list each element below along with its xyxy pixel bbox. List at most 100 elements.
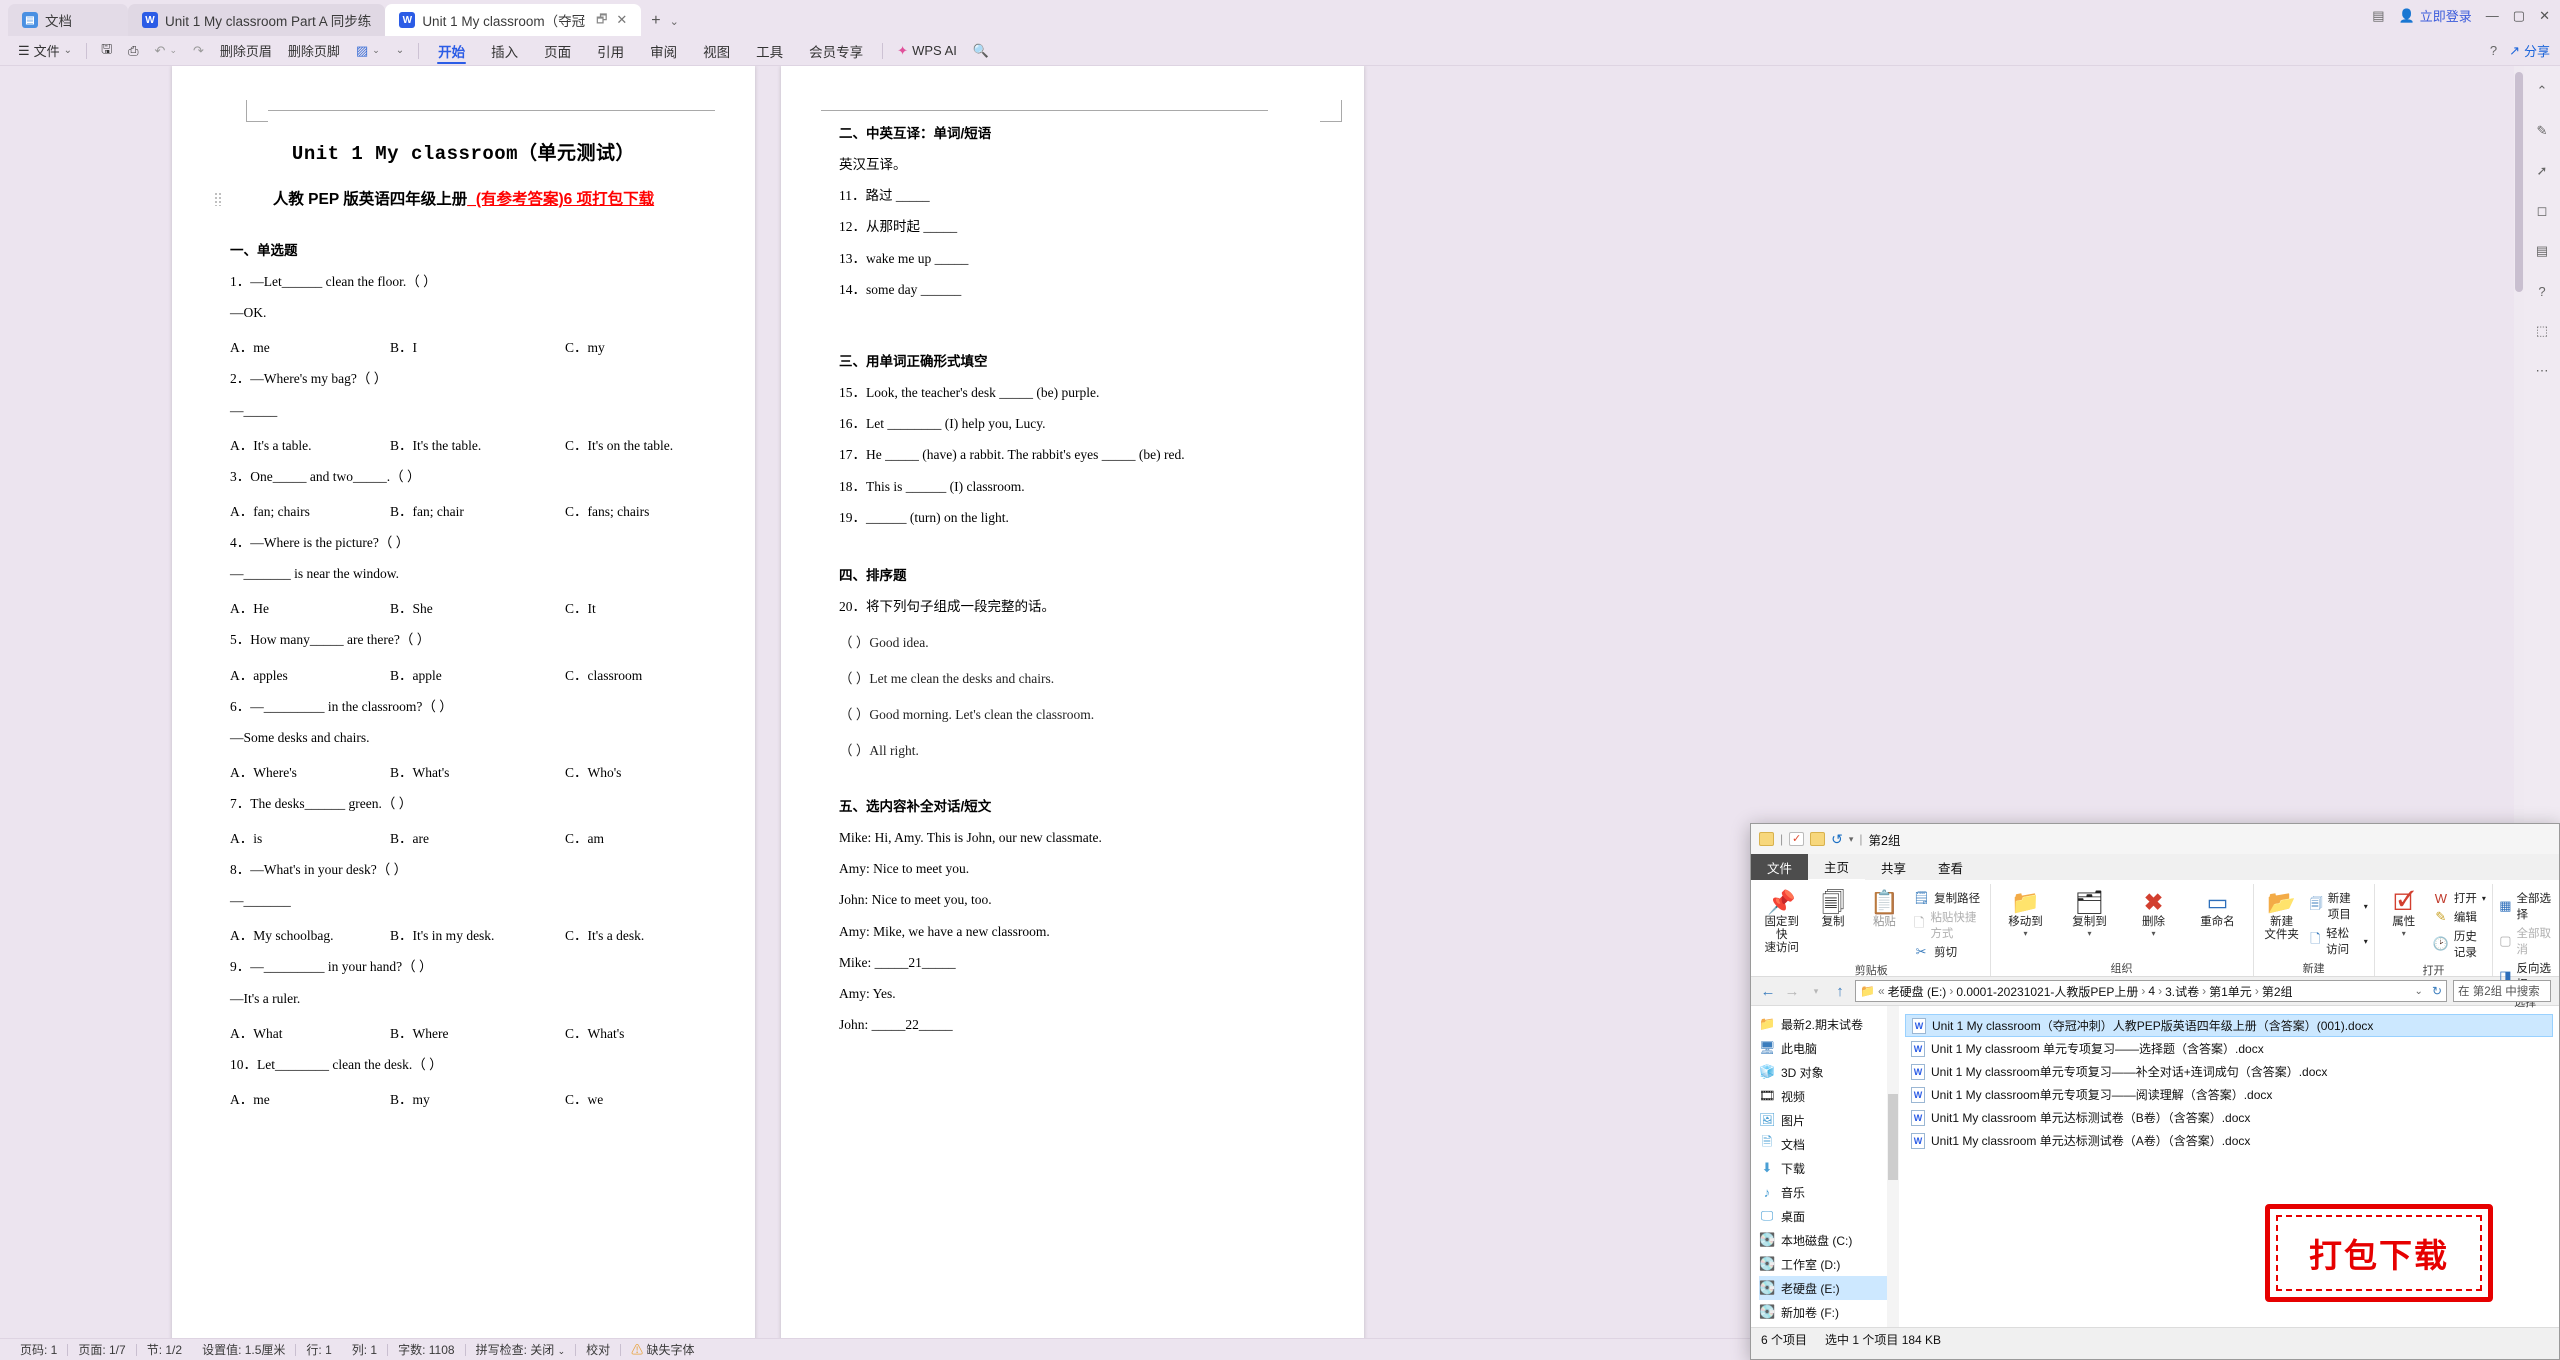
easy-access-button[interactable]: 🗋 轻松访问 ▾ [2310,925,2368,957]
copy-button[interactable]: 🗐 复制 [1810,884,1855,929]
tab-tools[interactable]: 工具 [743,37,796,65]
help-icon[interactable]: ? [2490,43,2497,58]
file-row[interactable]: W Unit 1 My classroom单元专项复习——阅读理解（含答案）.d… [1905,1083,2553,1106]
breadcrumb-item[interactable]: 老硬盘 (E:) [1888,983,1947,1000]
minimize-icon[interactable]: — [2486,8,2499,23]
format-painter-button[interactable]: ▨ ⌄ [348,38,388,64]
breadcrumb-item[interactable]: 第2组 [2262,983,2293,1000]
cursor-icon[interactable]: ➚ [2531,160,2553,182]
refresh-icon[interactable]: ↻ [2432,984,2442,998]
paste-button[interactable]: 📋 粘贴 [1862,884,1907,929]
remove-footer-button[interactable]: 删除页脚 [280,38,348,64]
explorer-tab-view[interactable]: 查看 [1922,854,1979,880]
open-button[interactable]: W 打开 ▾ [2433,890,2486,906]
new-item-button[interactable]: 🗐 新建项目 ▾ [2310,890,2368,922]
nav-item-documents[interactable]: 🗎 文档 [1759,1132,1899,1156]
expand-rail-icon[interactable]: ⌃ [2531,80,2553,102]
chevron-down-icon[interactable]: ▾ [1849,834,1854,845]
folder-icon[interactable] [1759,832,1774,846]
tab-view[interactable]: 视图 [690,37,743,65]
wps-ai-button[interactable]: ✦ WPS AI [889,38,965,64]
tab-member[interactable]: 会员专享 [796,37,876,65]
close-window-icon[interactable]: ✕ [2539,8,2550,24]
select-none-button[interactable]: ▢ 全部取消 [2499,925,2551,957]
tab-insert[interactable]: 插入 [478,37,531,65]
forward-icon[interactable]: → [1783,983,1801,1000]
pen-icon[interactable]: ✎ [2531,120,2553,142]
checked-doc-icon[interactable] [1789,832,1805,846]
search-button[interactable]: 🔍 [965,38,997,64]
nav-item-downloads[interactable]: ⬇ 下载 [1759,1156,1899,1180]
save-button[interactable]: 🖫 [93,38,120,64]
nav-item-drive-f[interactable]: 💽 新加卷 (F:) [1759,1300,1899,1324]
tab-doc-1[interactable]: W Unit 1 My classroom Part A 同步练 [128,4,386,36]
explorer-tab-share[interactable]: 共享 [1865,854,1922,880]
recent-locations-icon[interactable]: ▾ [1807,986,1825,997]
status-spellcheck[interactable]: 拼写检查: 关闭 ⌄ [466,1341,576,1358]
nav-item-desktop[interactable]: 🖵 桌面 [1759,1204,1899,1228]
shapes-icon[interactable]: ◻ [2531,200,2553,222]
tab-review[interactable]: 审阅 [637,37,690,65]
tab-page[interactable]: 页面 [531,37,584,65]
overflow-icon[interactable]: « [1878,984,1885,998]
nav-item-videos[interactable]: 🎞 视频 [1759,1084,1899,1108]
more-quick-button[interactable]: ⌄ [388,38,412,64]
select-all-button[interactable]: ▦ 全部选择 [2499,890,2551,922]
nav-item-music[interactable]: ♪ 音乐 [1759,1180,1899,1204]
file-row[interactable]: W Unit1 My classroom 单元达标测试卷（B卷）（含答案）.do… [1905,1106,2553,1129]
file-row[interactable]: W Unit1 My classroom 单元达标测试卷（A卷）（含答案）.do… [1905,1129,2553,1152]
help-circle-icon[interactable]: ? [2531,280,2553,302]
breadcrumb-item[interactable]: 第1单元 [2209,983,2252,1000]
explorer-tab-file[interactable]: 文件 [1751,854,1809,880]
paste-shortcut-button[interactable]: 🗋 粘贴快捷方式 [1913,909,1983,941]
tab-start[interactable]: 开始 [425,37,478,65]
history-button[interactable]: 🕑 历史记录 [2433,928,2486,960]
print-preview-button[interactable]: ⎙ [120,38,146,64]
scrollbar-thumb[interactable] [2515,72,2523,292]
search-input[interactable]: 在 第2组 中搜索 [2453,980,2551,1002]
share-button[interactable]: ↗ 分享 [2509,41,2550,60]
login-button[interactable]: 👤 立即登录 [2399,6,2472,25]
status-missing-font[interactable]: ⚠ 缺失字体 [621,1341,704,1358]
new-tab-area[interactable]: + ⌄ [651,12,679,30]
rename-button[interactable]: ▭ 重命名 [2189,884,2247,929]
copy-to-button[interactable]: 🗂 复制到 ▾ [2061,884,2119,938]
move-to-button[interactable]: 📁 移动到 ▾ [1997,884,2055,938]
chevron-down-icon[interactable]: ⌄ [670,15,679,28]
nav-item-pictures[interactable]: 🖼 图片 [1759,1108,1899,1132]
properties-button[interactable]: 🗹 属性 ▾ [2381,884,2427,938]
paragraph-anchor-icon[interactable] [214,192,222,206]
nav-scrollbar-thumb[interactable] [1888,1094,1898,1180]
redo-button[interactable]: ↷ [185,38,212,64]
address-breadcrumb[interactable]: 📁 « 老硬盘 (E:) › 0.0001-20231021-人教版PEP上册 … [1855,980,2447,1002]
breadcrumb-item[interactable]: 3.试卷 [2165,983,2199,1000]
tab-documents-home[interactable]: ▤ 文档 [8,4,128,36]
layout-icon[interactable]: ▤ [2372,8,2384,24]
new-folder-button[interactable]: 📂 新建 文件夹 [2260,884,2304,942]
more-options-icon[interactable]: ⋯ [2531,360,2553,382]
status-proofread[interactable]: 校对 [576,1341,620,1358]
up-icon[interactable]: ↑ [1831,983,1849,1000]
cut-button[interactable]: ✂ 剪切 [1913,944,1983,960]
status-word-count[interactable]: 字数: 1108 [388,1341,464,1358]
new-tab-icon[interactable]: + [651,12,660,30]
breadcrumb-item[interactable]: 0.0001-20231021-人教版PEP上册 [1956,983,2138,1000]
chevron-down-icon[interactable]: ⌄ [2415,986,2423,997]
tab-doc-2[interactable]: W Unit 1 My classroom（夺冠 🗗 ✕ [385,4,642,36]
undo-icon[interactable]: ↺ [1831,831,1843,848]
nav-item-latest-finals[interactable]: 📁 最新2.期末试卷 [1759,1012,1899,1036]
nav-item-drive-d[interactable]: 💽 工作室 (D:) [1759,1252,1899,1276]
breadcrumb-item[interactable]: 4 [2148,984,2155,998]
file-menu-button[interactable]: ☰ 文件 ⌄ [10,38,80,64]
pin-to-quick-access-button[interactable]: 📌 固定到快 速访问 [1759,884,1804,956]
close-tab-icon[interactable]: ✕ [616,12,627,28]
restore-tab-icon[interactable]: 🗗 [596,10,607,31]
explorer-tab-home[interactable]: 主页 [1808,854,1866,880]
nav-item-this-pc[interactable]: 🖥 此电脑 [1759,1036,1899,1060]
back-icon[interactable]: ← [1759,983,1777,1000]
bookmark-icon[interactable]: ⬚ [2531,320,2553,342]
maximize-icon[interactable]: ▢ [2513,8,2525,24]
undo-button[interactable]: ↶ ⌄ [147,38,185,64]
file-row[interactable]: W Unit 1 My classroom 单元专项复习——选择题（含答案）.d… [1905,1037,2553,1060]
remove-header-button[interactable]: 删除页眉 [212,38,280,64]
